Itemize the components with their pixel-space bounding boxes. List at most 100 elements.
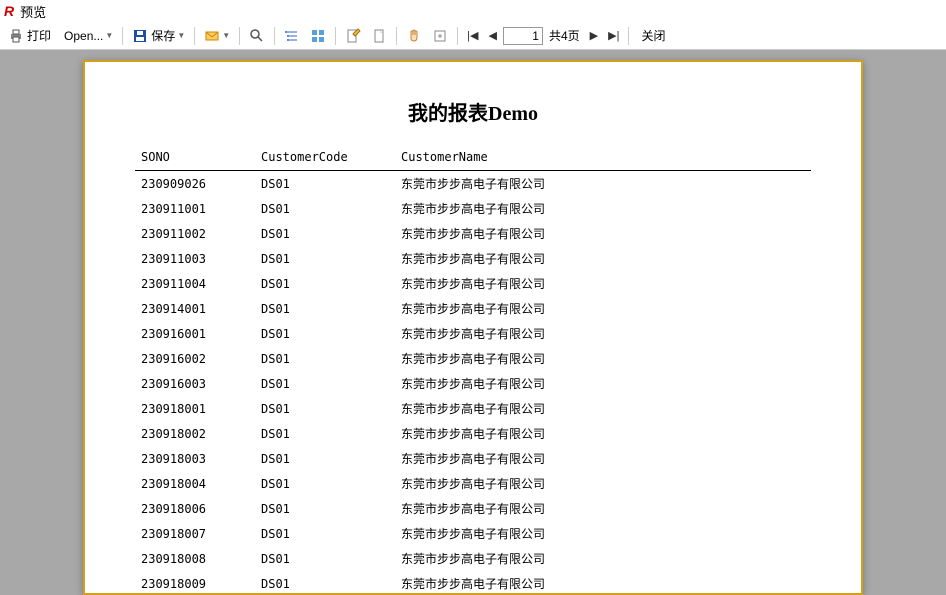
cell-sono: 230911004 [135, 271, 255, 296]
cell-sono: 230918002 [135, 421, 255, 446]
print-button[interactable]: 打印 [4, 24, 55, 48]
cell-customercode: DS01 [255, 446, 395, 471]
table-row: 230918007DS01东莞市步步高电子有限公司 [135, 521, 811, 546]
table-row: 230918002DS01东莞市步步高电子有限公司 [135, 421, 811, 446]
envelope-icon [204, 28, 220, 44]
cell-sono: 230916003 [135, 371, 255, 396]
cell-customername: 东莞市步步高电子有限公司 [395, 496, 811, 521]
cell-sono: 230909026 [135, 171, 255, 197]
page-number-input[interactable] [503, 27, 543, 45]
cell-customercode: DS01 [255, 396, 395, 421]
save-label: 保存 [151, 27, 175, 44]
prev-page-button[interactable]: ◀ [484, 24, 500, 48]
cell-sono: 230911001 [135, 196, 255, 221]
cell-customername: 东莞市步步高电子有限公司 [395, 246, 811, 271]
table-row: 230916002DS01东莞市步步高电子有限公司 [135, 346, 811, 371]
last-page-button[interactable]: ▶| [604, 24, 623, 48]
cell-sono: 230918003 [135, 446, 255, 471]
cell-customercode: DS01 [255, 246, 395, 271]
floppy-disk-icon [132, 28, 148, 44]
table-row: 230918009DS01东莞市步步高电子有限公司 [135, 571, 811, 595]
table-row: 230916003DS01东莞市步步高电子有限公司 [135, 371, 811, 396]
app-logo-icon: R [4, 3, 14, 19]
cell-sono: 230916001 [135, 321, 255, 346]
hand-tool-button[interactable] [402, 24, 426, 48]
separator [335, 27, 336, 45]
separator [457, 27, 458, 45]
cell-customercode: DS01 [255, 171, 395, 197]
table-row: 230918001DS01东莞市步步高电子有限公司 [135, 396, 811, 421]
cell-customername: 东莞市步步高电子有限公司 [395, 196, 811, 221]
email-button[interactable]: ▼ [200, 24, 234, 48]
preview-workspace[interactable]: 我的报表Demo SONO CustomerCode CustomerName … [0, 50, 946, 595]
close-label: 关闭 [641, 27, 665, 44]
cell-sono: 230911003 [135, 246, 255, 271]
page-icon [371, 28, 387, 44]
dropdown-icon: ▼ [105, 31, 113, 40]
dropdown-icon: ▼ [222, 31, 230, 40]
window-title: 预览 [20, 2, 46, 21]
table-row: 230909026DS01东莞市步步高电子有限公司 [135, 171, 811, 197]
table-row: 230914001DS01东莞市步步高电子有限公司 [135, 296, 811, 321]
table-row: 230911004DS01东莞市步步高电子有限公司 [135, 271, 811, 296]
table-row: 230911002DS01东莞市步步高电子有限公司 [135, 221, 811, 246]
cell-customername: 东莞市步步高电子有限公司 [395, 346, 811, 371]
page-total-label: 共4页 [549, 27, 580, 44]
report-table: SONO CustomerCode CustomerName 230909026… [135, 146, 811, 595]
col-header-customercode: CustomerCode [255, 146, 395, 171]
table-header-row: SONO CustomerCode CustomerName [135, 146, 811, 171]
outline-icon [284, 28, 300, 44]
prev-page-icon: ◀ [488, 29, 496, 42]
cell-customername: 东莞市步步高电子有限公司 [395, 571, 811, 595]
next-page-icon: ▶ [590, 29, 598, 42]
cell-customername: 东莞市步步高电子有限公司 [395, 521, 811, 546]
find-button[interactable] [245, 24, 269, 48]
edit-page-button[interactable] [341, 24, 365, 48]
cell-customercode: DS01 [255, 496, 395, 521]
open-label: Open... [64, 29, 103, 43]
cell-customercode: DS01 [255, 421, 395, 446]
cell-customername: 东莞市步步高电子有限公司 [395, 296, 811, 321]
cell-customername: 东莞市步步高电子有限公司 [395, 371, 811, 396]
table-row: 230918003DS01东莞市步步高电子有限公司 [135, 446, 811, 471]
thumbnails-button[interactable] [306, 24, 330, 48]
outline-button[interactable] [280, 24, 304, 48]
table-row: 230911003DS01东莞市步步高电子有限公司 [135, 246, 811, 271]
cell-customercode: DS01 [255, 521, 395, 546]
toolbar: 打印 Open... ▼ 保存 ▼ ▼ [0, 22, 946, 50]
page-edit-icon [345, 28, 361, 44]
cell-customername: 东莞市步步高电子有限公司 [395, 321, 811, 346]
separator [274, 27, 275, 45]
cell-customercode: DS01 [255, 271, 395, 296]
separator [396, 27, 397, 45]
print-label: 打印 [27, 27, 51, 44]
col-header-sono: SONO [135, 146, 255, 171]
magnifier-icon [249, 28, 265, 44]
cell-customername: 东莞市步步高电子有限公司 [395, 271, 811, 296]
last-page-icon: ▶| [608, 29, 619, 42]
next-page-button[interactable]: ▶ [586, 24, 602, 48]
first-page-button[interactable]: |◀ [463, 24, 482, 48]
titlebar: R 预览 [0, 0, 946, 22]
table-row: 230911001DS01东莞市步步高电子有限公司 [135, 196, 811, 221]
open-button[interactable]: Open... ▼ [57, 24, 117, 48]
zoom-tool-button[interactable] [428, 24, 452, 48]
cell-customername: 东莞市步步高电子有限公司 [395, 546, 811, 571]
col-header-customername: CustomerName [395, 146, 811, 171]
cell-sono: 230918008 [135, 546, 255, 571]
report-page: 我的报表Demo SONO CustomerCode CustomerName … [83, 60, 863, 595]
cell-customercode: DS01 [255, 221, 395, 246]
cell-sono: 230914001 [135, 296, 255, 321]
cell-customercode: DS01 [255, 321, 395, 346]
cell-customername: 东莞市步步高电子有限公司 [395, 421, 811, 446]
cell-customername: 东莞市步步高电子有限公司 [395, 221, 811, 246]
page-setup-button[interactable] [367, 24, 391, 48]
dropdown-icon: ▼ [177, 31, 185, 40]
close-button[interactable]: 关闭 [634, 24, 669, 48]
separator [239, 27, 240, 45]
save-button[interactable]: 保存 ▼ [128, 24, 189, 48]
table-row: 230918008DS01东莞市步步高电子有限公司 [135, 546, 811, 571]
cell-sono: 230916002 [135, 346, 255, 371]
cell-sono: 230918006 [135, 496, 255, 521]
thumbnails-icon [310, 28, 326, 44]
